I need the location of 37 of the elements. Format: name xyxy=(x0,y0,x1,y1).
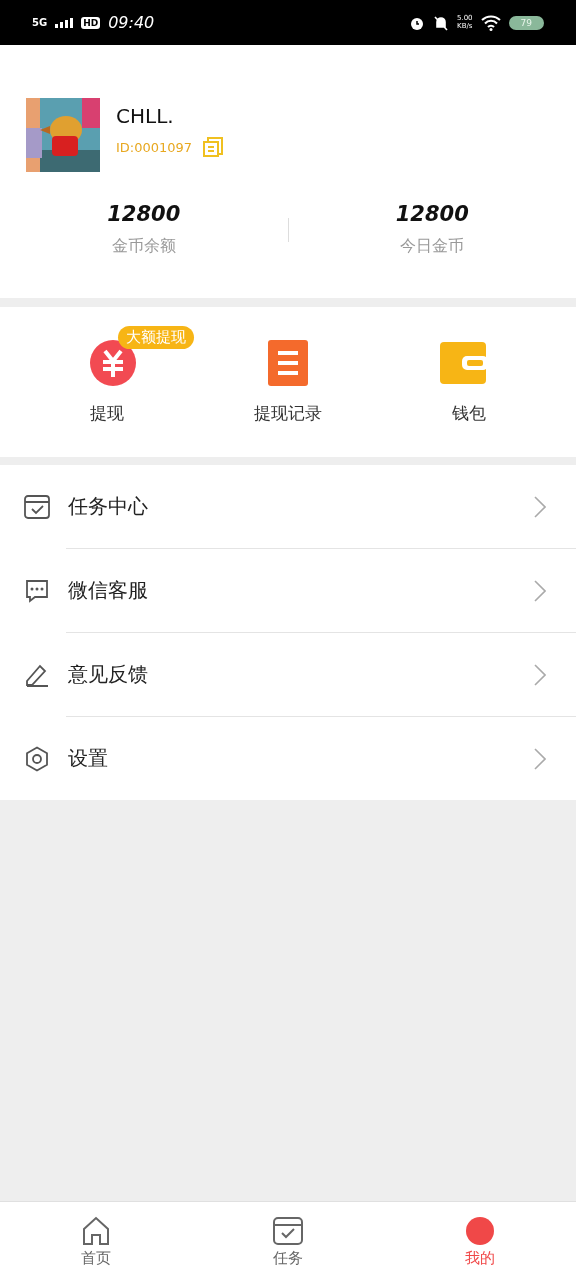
shortcut-label[interactable]: 提现记录 xyxy=(254,401,322,425)
chevron-icon xyxy=(534,747,546,770)
home-icon xyxy=(80,1214,112,1247)
nav-tab[interactable]: 首页 xyxy=(0,1202,192,1280)
signal-icon xyxy=(55,17,74,28)
user-name: CHLL. xyxy=(116,104,175,128)
coin-label: 今日金币 xyxy=(400,236,465,257)
shortcut-label[interactable]: 钱包 xyxy=(452,401,486,425)
menu-item[interactable]: 微信客服 xyxy=(66,548,576,632)
shortcut-label[interactable]: 提现 xyxy=(90,401,124,425)
chat-icon xyxy=(24,577,50,604)
user-id: ID:0001097 xyxy=(116,139,193,155)
hd-badge: HD xyxy=(81,16,101,29)
coin-value: 12800 xyxy=(107,202,181,226)
checklist-icon xyxy=(24,493,50,520)
wallet-icon[interactable] xyxy=(440,341,486,384)
settings-icon xyxy=(24,745,50,772)
chevron-icon xyxy=(534,579,546,602)
promo-badge: 大额提现 xyxy=(118,325,194,349)
chevron-icon xyxy=(534,663,546,686)
menu-item[interactable]: 意见反馈 xyxy=(66,632,576,716)
clock: 09:40 xyxy=(108,13,155,32)
copy-icon[interactable] xyxy=(202,136,225,158)
coin-label: 金币余额 xyxy=(111,236,176,257)
menu-item[interactable]: 任务中心 xyxy=(0,465,576,548)
nav-tab[interactable]: 任务 xyxy=(192,1202,384,1280)
wifi-icon xyxy=(480,14,501,31)
list-icon[interactable] xyxy=(268,339,308,386)
coin-value: 12800 xyxy=(395,202,469,226)
menu-item[interactable]: 设置 xyxy=(66,716,576,800)
chevron-icon xyxy=(534,495,546,518)
bell-muted-icon xyxy=(432,14,449,31)
profile-icon xyxy=(464,1214,496,1247)
battery-indicator: 79 xyxy=(508,15,544,30)
network-label: 5G xyxy=(32,17,48,28)
nav-tab[interactable]: 我的 xyxy=(384,1202,576,1280)
checklist-icon xyxy=(272,1214,304,1247)
